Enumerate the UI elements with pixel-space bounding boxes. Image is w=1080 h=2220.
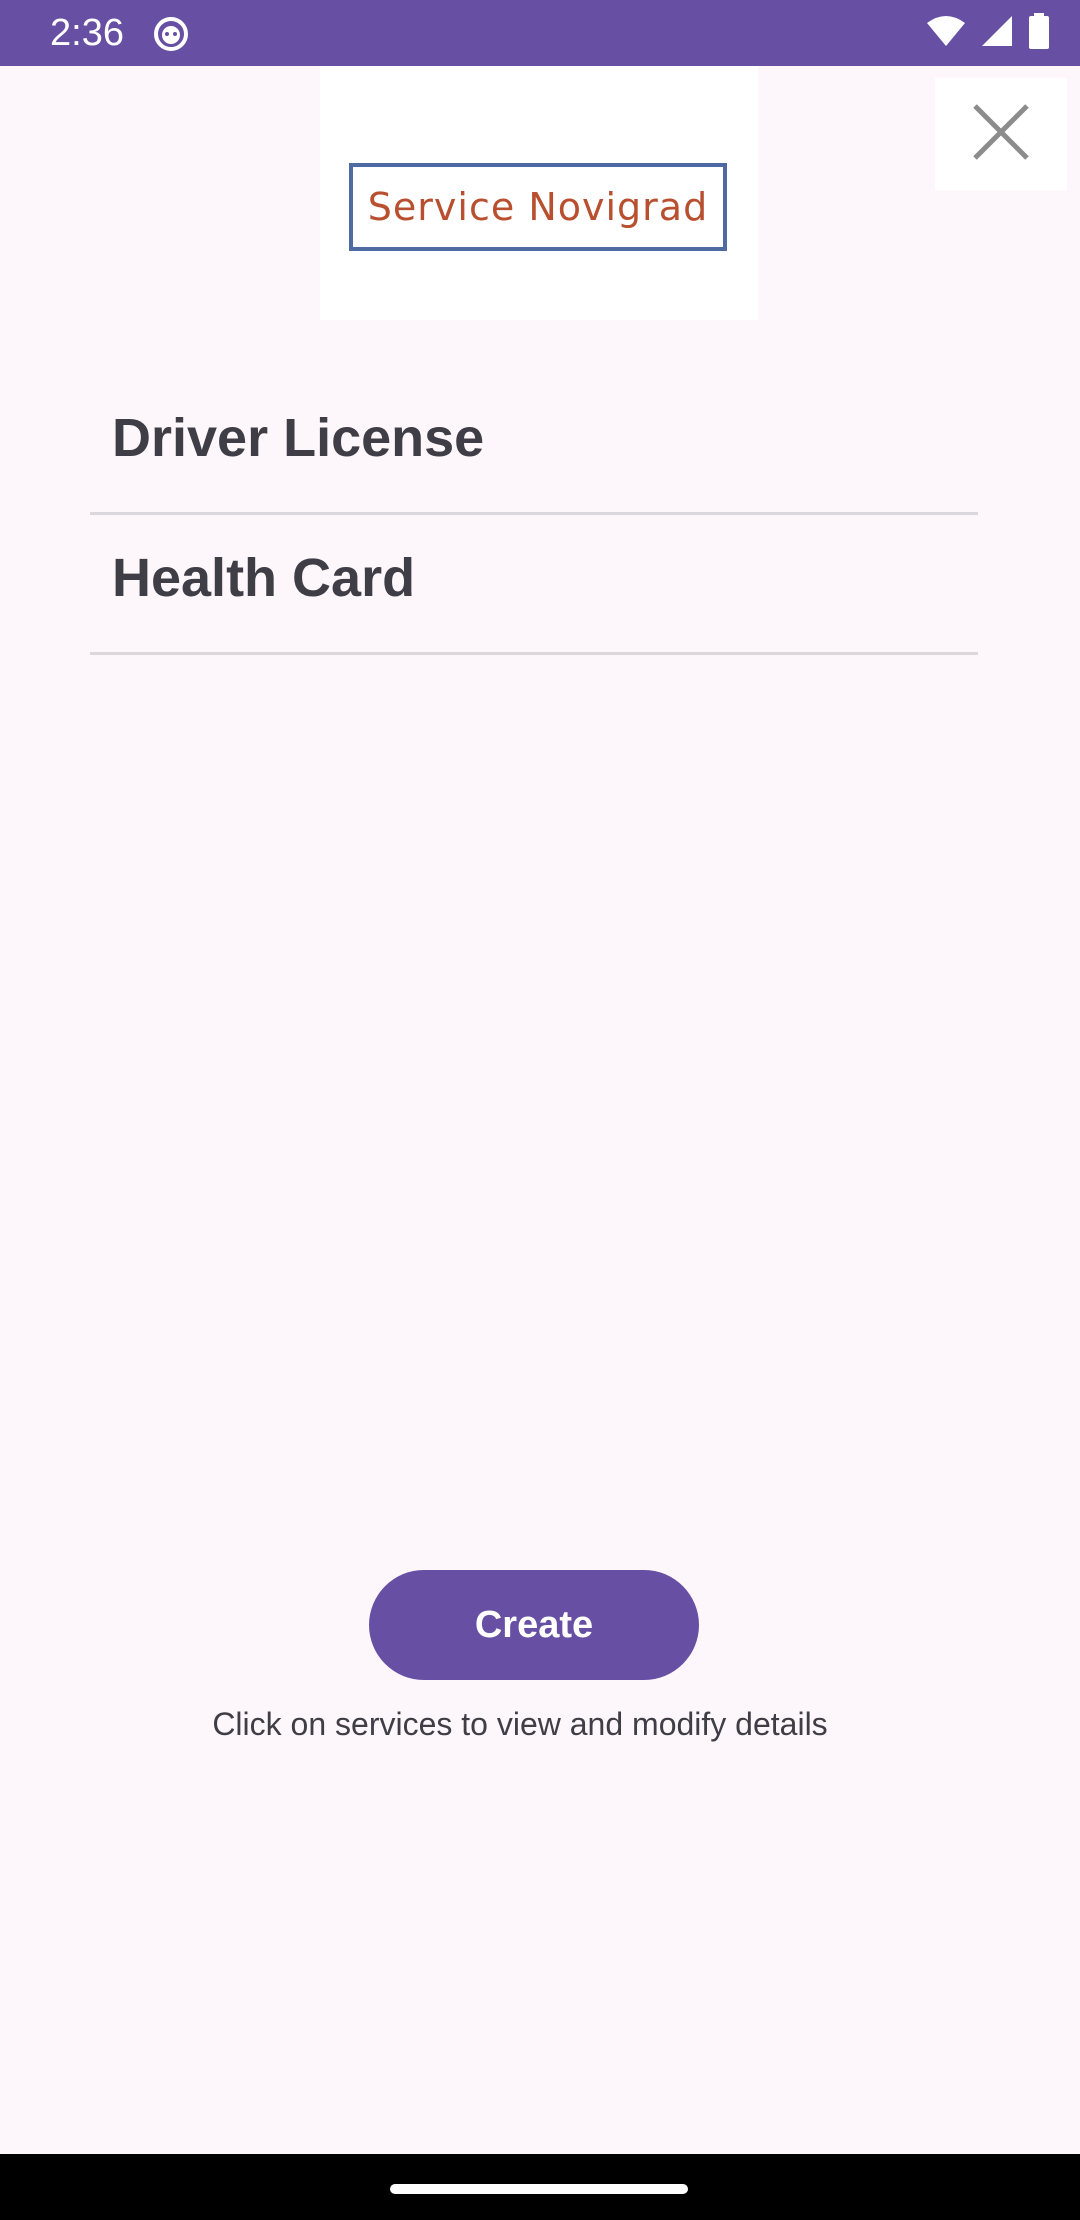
create-button[interactable]: Create bbox=[369, 1570, 699, 1680]
service-item-health-card[interactable]: Health Card bbox=[90, 515, 978, 655]
close-button[interactable] bbox=[935, 78, 1067, 190]
hint-text: Click on services to view and modify det… bbox=[212, 1706, 828, 1742]
status-time: 2:36 bbox=[50, 12, 124, 54]
logo: Service Novigrad bbox=[320, 66, 758, 320]
service-item-driver-license[interactable]: Driver License bbox=[90, 375, 978, 515]
battery-icon bbox=[1028, 12, 1050, 54]
status-icons bbox=[926, 12, 1050, 54]
services-screen: 2:36 Service Novigrad Driver License Hea… bbox=[0, 0, 1080, 2220]
cellular-signal-icon bbox=[980, 14, 1014, 53]
wifi-icon bbox=[926, 15, 966, 52]
logo-text: Service Novigrad bbox=[367, 185, 709, 229]
home-indicator[interactable] bbox=[390, 2184, 688, 2194]
notification-cat-icon bbox=[152, 14, 190, 52]
status-bar: 2:36 bbox=[0, 0, 1080, 66]
service-label: Driver License bbox=[112, 408, 485, 468]
close-icon bbox=[971, 102, 1031, 167]
navigation-bar bbox=[0, 2154, 1080, 2220]
service-label: Health Card bbox=[112, 548, 416, 608]
service-list: Driver License Health Card bbox=[90, 375, 978, 655]
logo-frame: Service Novigrad bbox=[349, 163, 727, 251]
